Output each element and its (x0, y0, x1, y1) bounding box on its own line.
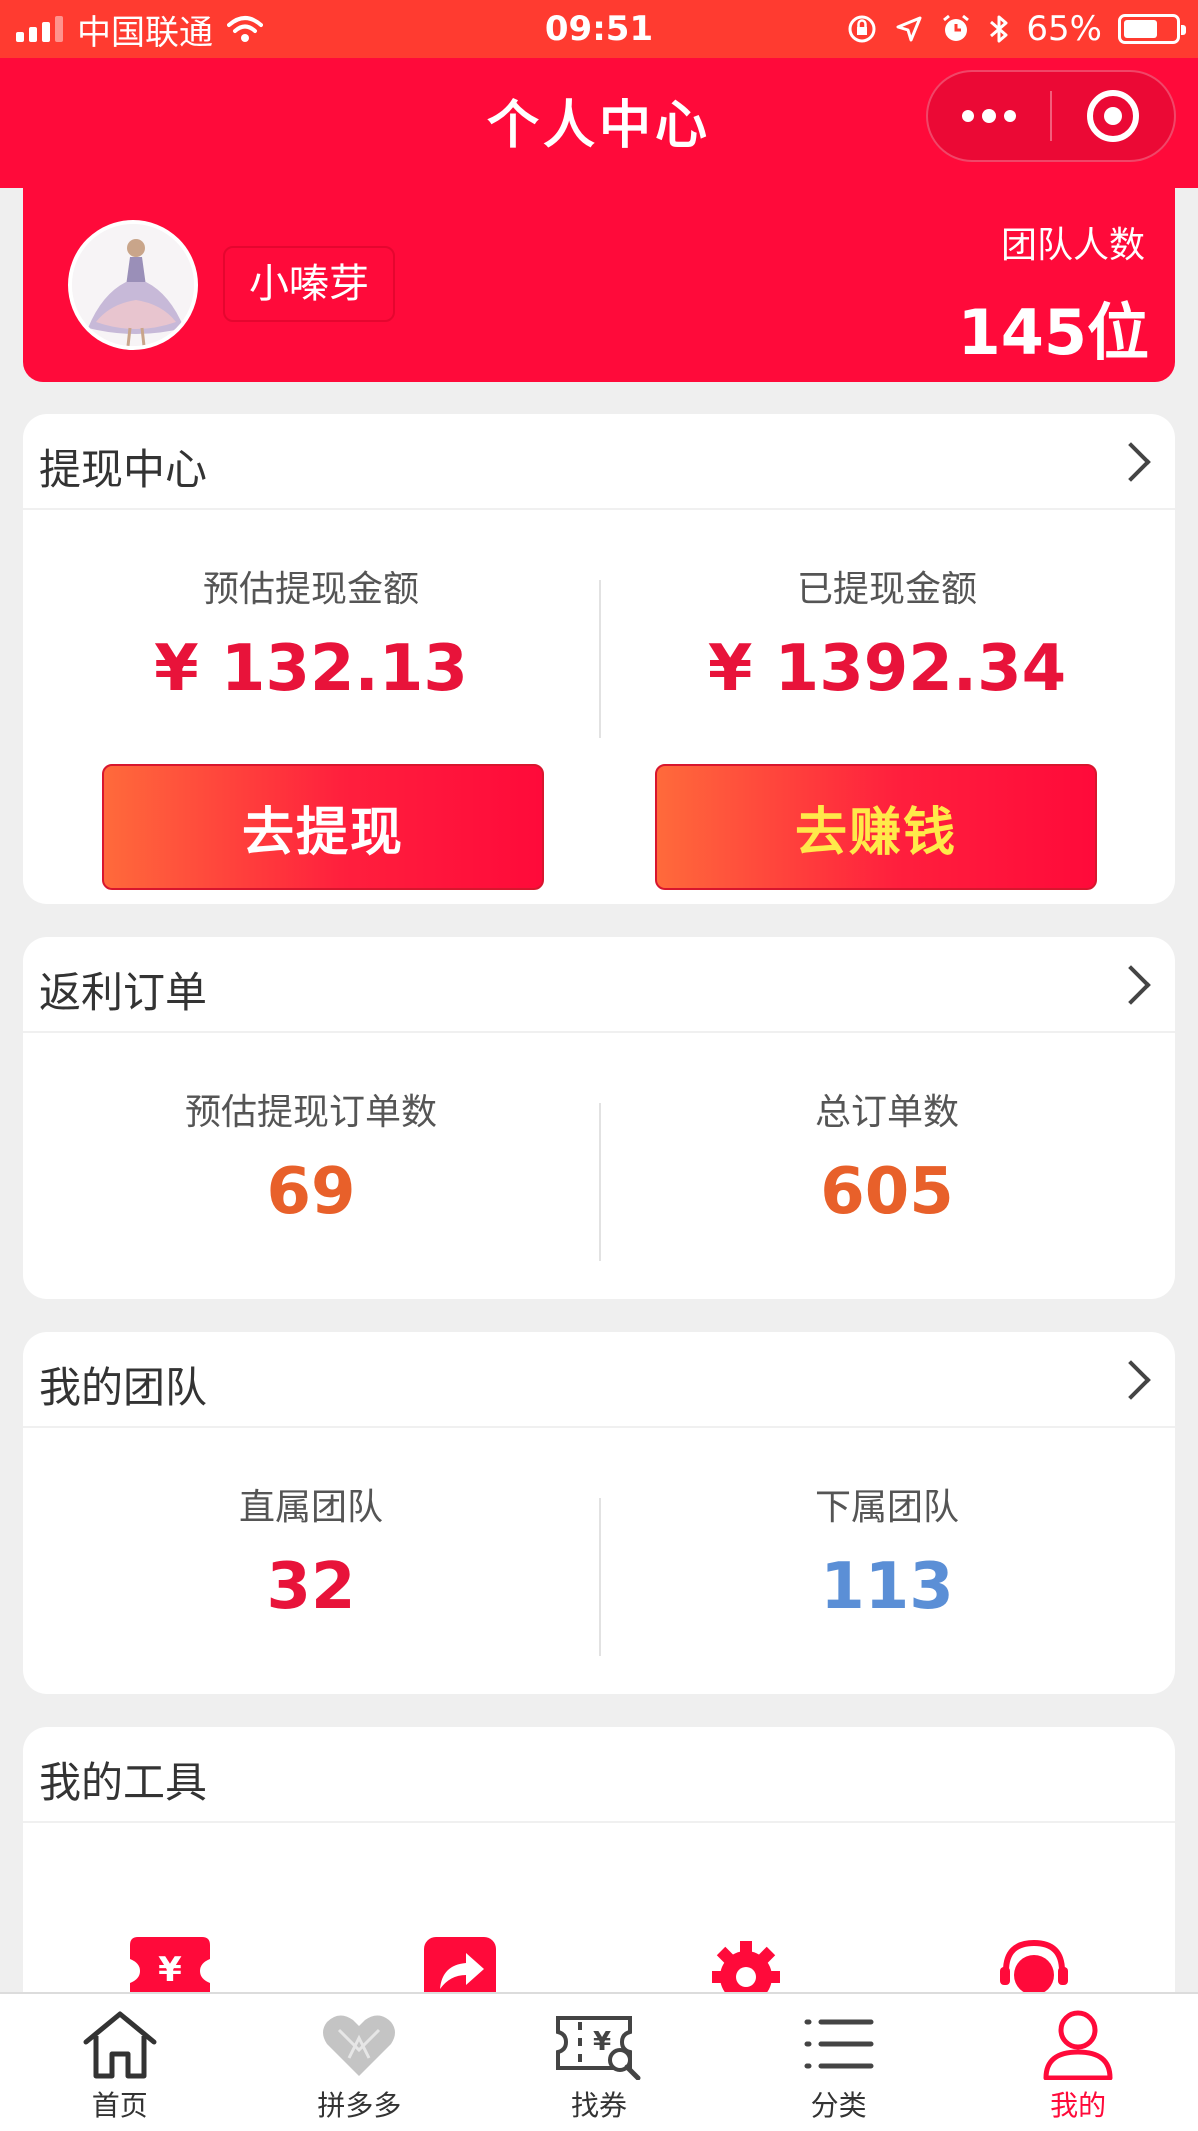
battery-level (1124, 20, 1157, 38)
tab-find-coupon[interactable]: ¥ 找券 (479, 1994, 719, 2131)
nickname-label: 小嗪芽 (223, 246, 395, 322)
stats-divider (599, 1498, 601, 1656)
target-icon (1087, 90, 1139, 142)
direct-team-value: 32 (266, 1550, 356, 1624)
withdraw-title: 提现中心 (39, 445, 208, 494)
withdraw-header[interactable]: 提现中心 (23, 414, 1175, 510)
dot-icon (1004, 110, 1016, 122)
pinduoduo-icon (323, 2015, 396, 2076)
chevron-right-icon (1111, 965, 1151, 1005)
home-icon (83, 2011, 157, 2079)
screen: 中国联通 09:51 65% 个人中心 小嗪芽 团队人数 145位 提现中心 预… (0, 0, 1198, 2131)
tools-header: 我的工具 (23, 1727, 1175, 1823)
tab-bar: 首页 拼多多 ¥ 找券 分类 我的 (0, 1992, 1198, 2131)
withdrawn-label: 已提现金额 (796, 569, 977, 610)
location-icon (896, 16, 922, 42)
orders-title: 返利订单 (39, 968, 208, 1017)
status-right: 65% (846, 0, 1186, 58)
settings-icon[interactable] (706, 1937, 786, 1997)
estimated-withdraw-label: 预估提现金额 (202, 569, 419, 610)
team-card: 我的团队 直属团队 32 下属团队 113 (23, 1332, 1175, 1694)
withdraw-card: 提现中心 预估提现金额 ¥ 132.13 已提现金额 ¥ 1392.34 去提现… (23, 414, 1175, 904)
bluetooth-icon (990, 15, 1008, 43)
tab-pinduoduo[interactable]: 拼多多 (240, 1994, 480, 2131)
team-header[interactable]: 我的团队 (23, 1332, 1175, 1428)
total-orders-value: 605 (820, 1155, 954, 1229)
rotation-lock-icon (848, 15, 876, 43)
stats-divider (599, 1103, 601, 1261)
estimated-withdraw-value: ¥ 132.13 (154, 632, 468, 706)
coupon-search-icon: ¥ (555, 2016, 641, 2080)
dot-icon (962, 110, 974, 122)
direct-team-stat: 直属团队 32 (23, 1428, 599, 1624)
svg-text:¥: ¥ (593, 2027, 611, 2057)
share-icon[interactable] (420, 1937, 500, 1997)
total-orders-stat: 总订单数 605 (599, 1033, 1175, 1229)
battery-percent: 65% (1026, 9, 1102, 49)
user-icon (1043, 2010, 1113, 2080)
estimated-orders-value: 69 (266, 1155, 356, 1229)
tab-category-label: 分类 (810, 2089, 867, 2122)
tab-pinduoduo-label: 拼多多 (317, 2089, 402, 2122)
avatar-image (72, 224, 194, 346)
estimated-orders-label: 预估提现订单数 (184, 1092, 437, 1133)
status-bar: 中国联通 09:51 65% (0, 0, 1198, 58)
sub-team-value: 113 (820, 1550, 954, 1624)
svg-text:¥: ¥ (158, 1950, 182, 1990)
orders-card: 返利订单 预估提现订单数 69 总订单数 605 (23, 937, 1175, 1299)
more-menu-button[interactable] (928, 72, 1050, 160)
orders-header[interactable]: 返利订单 (23, 937, 1175, 1033)
sub-team-stat: 下属团队 113 (599, 1428, 1175, 1624)
sub-team-label: 下属团队 (814, 1487, 959, 1528)
mini-program-capsule (926, 70, 1176, 162)
team-count-label: 团队人数 (1000, 225, 1145, 266)
battery-icon (1118, 14, 1186, 44)
team-count-value: 145位 (957, 296, 1149, 369)
chevron-right-icon (1111, 442, 1151, 482)
tab-category[interactable]: 分类 (719, 1994, 959, 2131)
withdrawn-stat: 已提现金额 ¥ 1392.34 (599, 510, 1175, 706)
direct-team-label: 直属团队 (238, 1487, 383, 1528)
nav-bar: 个人中心 (0, 58, 1198, 188)
tab-find-coupon-label: 找券 (570, 2089, 627, 2122)
tab-home[interactable]: 首页 (0, 1994, 240, 2131)
tools-title: 我的工具 (39, 1758, 208, 1807)
withdrawn-value: ¥ 1392.34 (707, 632, 1067, 706)
alarm-icon (943, 14, 970, 41)
earn-money-button[interactable]: 去赚钱 (655, 764, 1097, 890)
tab-home-label: 首页 (91, 2089, 148, 2122)
close-mini-program-button[interactable] (1052, 72, 1174, 160)
withdraw-button[interactable]: 去提现 (102, 764, 544, 890)
coupon-icon[interactable]: ¥ (130, 1937, 210, 1997)
dot-icon (982, 109, 996, 123)
tab-mine-label: 我的 (1050, 2089, 1107, 2122)
estimated-withdraw-stat: 预估提现金额 ¥ 132.13 (23, 510, 599, 706)
total-orders-label: 总订单数 (814, 1092, 959, 1133)
chevron-right-icon (1111, 1360, 1151, 1400)
team-title: 我的团队 (39, 1363, 208, 1412)
profile-card: 小嗪芽 团队人数 145位 (23, 184, 1175, 382)
estimated-orders-stat: 预估提现订单数 69 (23, 1033, 599, 1229)
stats-divider (599, 580, 601, 738)
tab-mine[interactable]: 我的 (958, 1994, 1198, 2131)
customer-service-icon[interactable] (994, 1937, 1074, 1997)
avatar[interactable] (68, 220, 198, 350)
category-list-icon (804, 2019, 874, 2069)
